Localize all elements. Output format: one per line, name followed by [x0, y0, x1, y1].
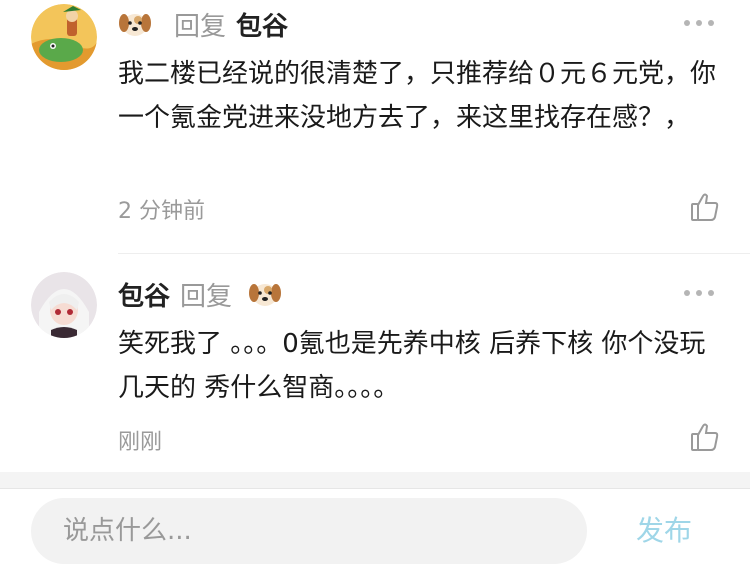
- comment-composer: 说点什么... 发布: [0, 488, 750, 575]
- comment-time: 2 分钟前: [118, 199, 205, 224]
- reply-label: 回复: [174, 11, 227, 42]
- dog-face-icon: [248, 279, 282, 309]
- avatar[interactable]: [31, 272, 97, 338]
- more-options-icon[interactable]: [684, 290, 714, 298]
- more-options-icon[interactable]: [684, 20, 714, 28]
- comment-input[interactable]: 说点什么...: [31, 498, 587, 564]
- comment-time: 刚刚: [118, 430, 163, 455]
- author-name[interactable]: 包谷: [236, 6, 288, 43]
- divider: [118, 253, 750, 254]
- comment-item: 包谷 回复 笑死我了 。。。0氪也是先养中核 后养下核 你个没玩几天的 秀什么智…: [0, 256, 750, 472]
- comment-item: 回复 包谷 我二楼已经说的很清楚了，只推荐给０元６元党，你一个氪金党进来没地方去…: [0, 0, 750, 252]
- author-name[interactable]: 包谷: [118, 276, 170, 313]
- section-separator: [0, 472, 750, 488]
- thumbs-up-icon[interactable]: [690, 192, 720, 222]
- thumbs-up-icon[interactable]: [690, 422, 720, 452]
- comment-text: 我二楼已经说的很清楚了，只推荐给０元６元党，你一个氪金党进来没地方去了，来这里找…: [118, 59, 717, 133]
- dog-face-icon: [118, 9, 152, 39]
- avatar[interactable]: [31, 4, 97, 70]
- comment-text: 笑死我了 。。。0氪也是先养中核 后养下核 你个没玩几天的 秀什么智商。。。。: [118, 329, 706, 403]
- send-button[interactable]: 发布: [636, 498, 692, 564]
- reply-label: 回复: [180, 281, 233, 312]
